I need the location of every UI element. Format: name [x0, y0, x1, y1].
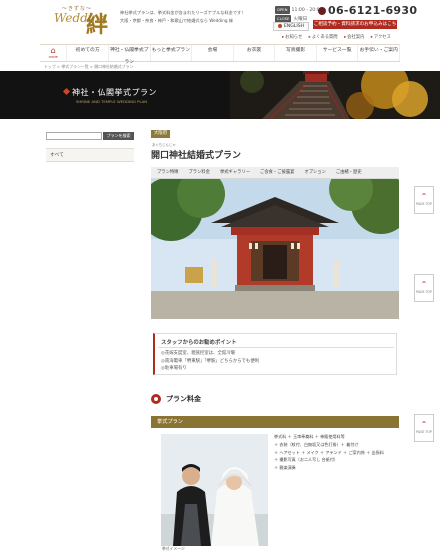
- hero-title: 神社・仏閣挙式プラン: [72, 88, 157, 97]
- tagline-line-2: 大阪・京都・奈良・神戸・和歌山で結婚式なら Wedding 絆: [120, 18, 234, 23]
- nav-home[interactable]: ⌂ HOME: [40, 45, 68, 61]
- plan-item: ＋ 雅楽演奏: [274, 465, 296, 471]
- logo-kanji: 絆: [86, 12, 109, 38]
- search-input[interactable]: [46, 132, 102, 140]
- global-nav: ⌂ HOME 初めての方 神社・仏閣挙式プラン もっと挙式プラン 会場 お衣裳 写…: [40, 44, 400, 65]
- crest-icon: [151, 394, 161, 404]
- plan-item: ＋ ヘアセット ＋ メイク ＋ アテンド ＋ ご案内係 ＋ 出張料: [274, 449, 384, 455]
- globe-icon: [277, 23, 282, 28]
- nav-item-help[interactable]: お手伝い・ご案内: [358, 45, 400, 61]
- home-label: HOME: [48, 55, 58, 59]
- english-label: ENGLISH: [283, 24, 305, 29]
- tab-gallery[interactable]: 挙式ギャラリー: [220, 167, 250, 178]
- utility-links: お知らせ よくある質問 会社案内 アクセス: [282, 34, 396, 40]
- nav-item-services[interactable]: サービス一覧: [317, 45, 359, 61]
- plan-photo-caption: 挙式イメージ: [162, 546, 185, 551]
- tab-history[interactable]: ご由緒・歴史: [336, 167, 362, 178]
- utility-link-faq[interactable]: よくある質問: [309, 35, 338, 40]
- breadcrumb[interactable]: トップ > 挙式プラン一覧 > 開口神社結婚式プラン: [44, 64, 133, 70]
- page-title: 開口神社結婚式プラン: [151, 151, 242, 161]
- request-button[interactable]: ご相談予約・資料請求のお申込みはこちら: [313, 20, 397, 36]
- points-heading: スタッフからのお勧めポイント: [161, 340, 237, 346]
- phone-text: 06-6121-6930: [328, 4, 418, 17]
- point-item: ◎南海電車「堺東駅」「堺駅」どちらからでも便利: [161, 358, 260, 364]
- site-logo[interactable]: 〜きずな〜 Wedding 絆: [54, 5, 112, 38]
- plan-item: ＋ 撮影写真（お二人写し 台紙付）: [274, 457, 339, 463]
- sidebar-item-all[interactable]: すべて: [46, 148, 134, 162]
- nav-item-photo[interactable]: 写真撮影: [275, 45, 317, 61]
- plan-item: ＋ 衣装（紋付、白無垢又は色打掛）＋ 着付け: [274, 441, 359, 447]
- header-tagline: 神社挙式プランは、挙式料金が含まれたリーズナブルな料金です！ 大阪・京都・奈良・…: [120, 9, 260, 25]
- nav-item-shrine-plan[interactable]: 神社・仏閣挙式プラン: [109, 45, 151, 65]
- phone-icon: [318, 7, 326, 15]
- tab-features[interactable]: プラン特徴: [157, 167, 178, 178]
- phone-number[interactable]: 06-6121-6930: [318, 4, 417, 17]
- english-button[interactable]: ENGLISH: [273, 22, 309, 31]
- tab-reception[interactable]: ご会食・ご披露宴: [260, 167, 294, 178]
- points-divider: [158, 347, 394, 348]
- point-item: ◎花嫁支度室、親族控室は、全館冷暖: [161, 351, 236, 356]
- site-header: 〜きずな〜 Wedding 絆 神社挙式プランは、挙式料金が含まれたリーズナブル…: [0, 0, 440, 44]
- page-top-button[interactable]: PAGE TOP: [414, 186, 434, 214]
- hero-banner: 神社・仏閣挙式プラン SHRINE AND TEMPLE WEDDING PLA…: [0, 71, 440, 119]
- shrine-photo: [151, 179, 399, 319]
- page-top-button[interactable]: PAGE TOP: [414, 414, 434, 442]
- hero-subtitle: SHRINE AND TEMPLE WEDDING PLAN: [76, 99, 148, 104]
- point-item: ◎駐車場有り: [161, 366, 187, 371]
- nav-item-first-time[interactable]: 初めての方: [67, 45, 109, 61]
- wedding-couple-photo: [161, 434, 268, 546]
- tagline-line-1: 神社挙式プランは、挙式料金が含まれたリーズナブルな料金です！: [120, 10, 246, 15]
- page-top-button[interactable]: PAGE TOP: [414, 274, 434, 302]
- nav-item-more-plan[interactable]: もっと挙式プラン: [151, 45, 193, 61]
- title-ruby: あぐちじんじゃ: [152, 143, 176, 147]
- plan-bar: 挙式プラン: [151, 416, 399, 428]
- plan-item: 挙式料 ＋ 玉串奉奠料 ＋ 神殿使用料等: [274, 434, 345, 439]
- tab-price[interactable]: プラン料金: [188, 167, 209, 178]
- category-badge: 大阪府: [151, 130, 171, 138]
- utility-link-access[interactable]: アクセス: [371, 35, 391, 40]
- search-button[interactable]: プランを検索: [103, 132, 134, 140]
- tab-options[interactable]: オプション: [304, 167, 325, 178]
- plan-heading-text: プラン料金: [166, 395, 201, 403]
- utility-link-company[interactable]: 会社案内: [344, 35, 364, 40]
- plan-contents: 挙式料 ＋ 玉串奉奠料 ＋ 神殿使用料等 ＋ 衣装（紋付、白無垢又は色打掛）＋ …: [274, 433, 384, 472]
- home-icon: ⌂: [50, 46, 56, 55]
- nav-item-costume[interactable]: お衣裳: [234, 45, 276, 61]
- plan-tabs: プラン特徴 プラン料金 挙式ギャラリー ご会食・ご披露宴 オプション ご由緒・歴…: [151, 167, 399, 179]
- utility-link-news[interactable]: お知らせ: [282, 35, 302, 40]
- open-tag: OPEN: [275, 6, 290, 14]
- nav-item-venue[interactable]: 会場: [192, 45, 234, 61]
- recommend-points-box: スタッフからのお勧めポイント ◎花嫁支度室、親族控室は、全館冷暖 ◎南海電車「堺…: [153, 333, 397, 375]
